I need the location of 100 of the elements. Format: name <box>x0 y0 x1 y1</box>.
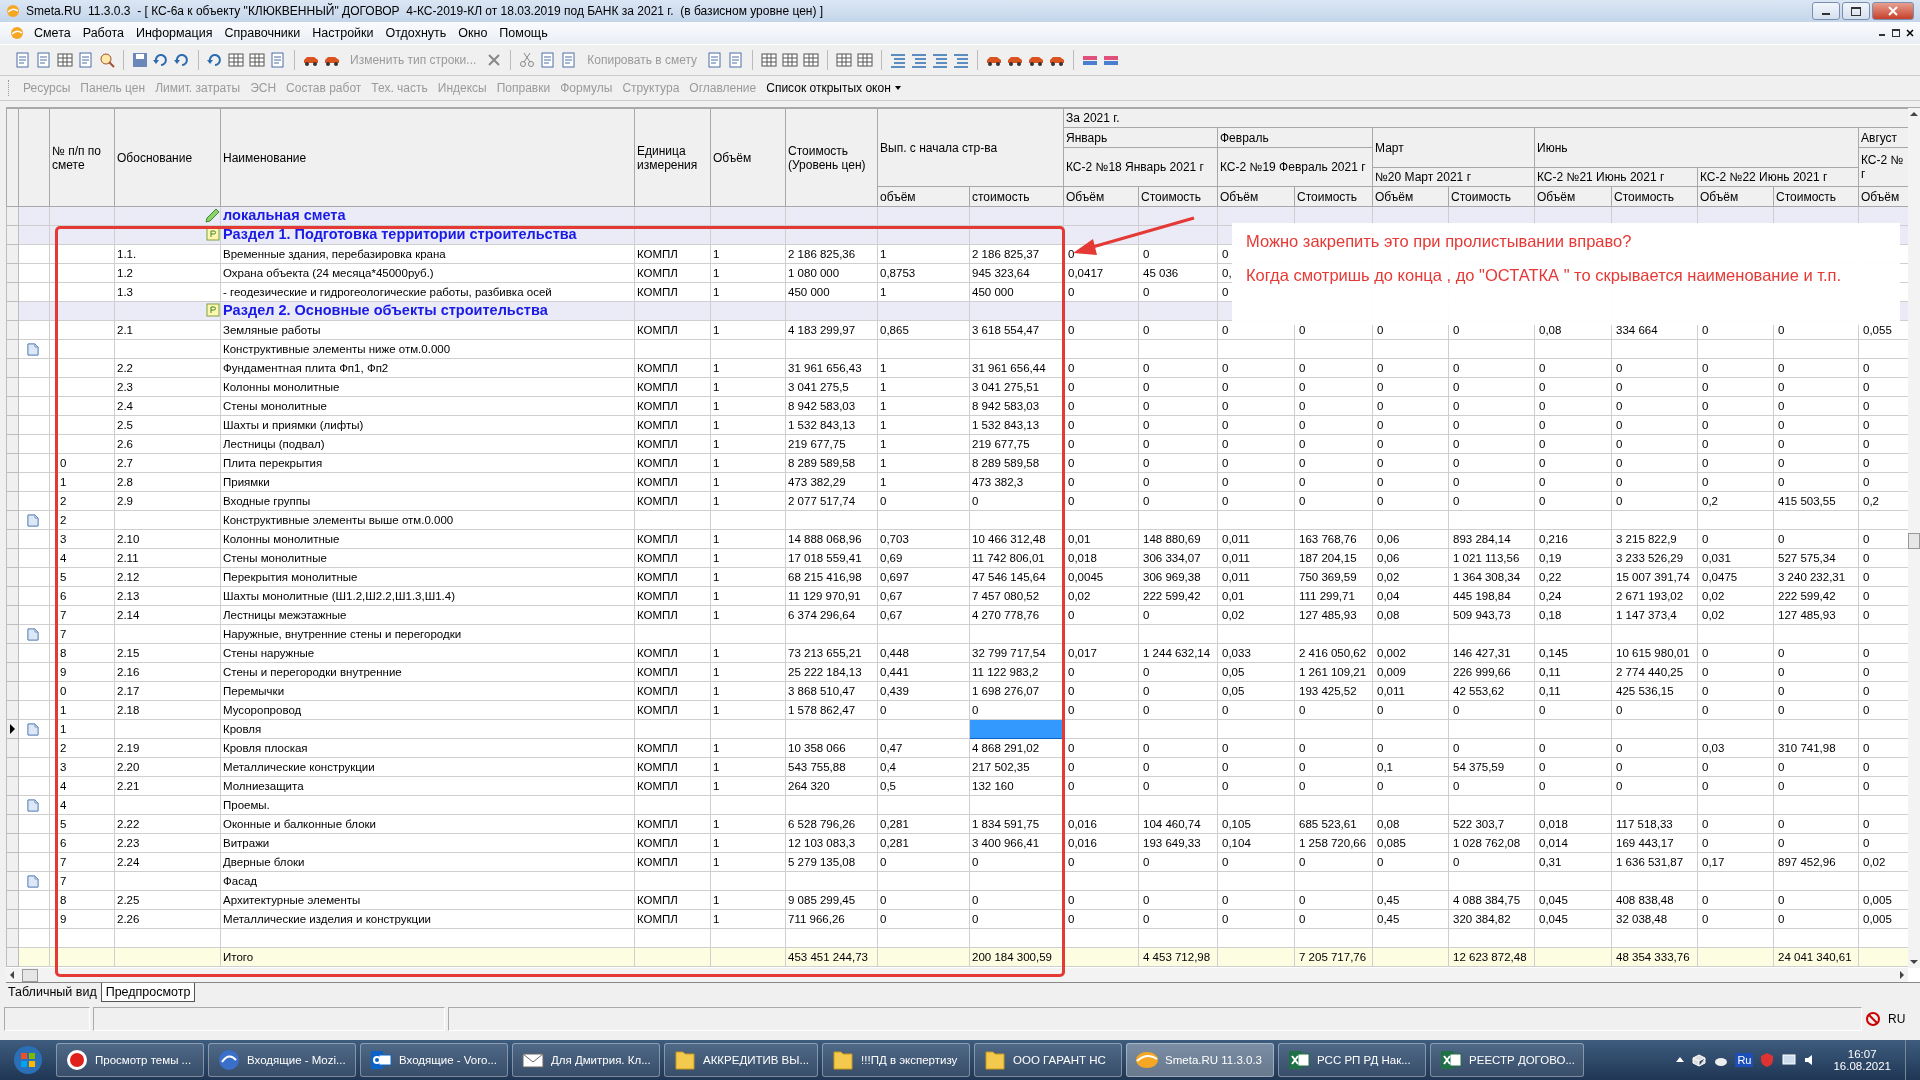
column-header: Обоснование <box>114 108 221 207</box>
view-tab[interactable]: Предпросмотр <box>100 983 196 1002</box>
table-cell: 0,31 <box>1539 855 1562 868</box>
table-cell: 1 <box>713 285 720 298</box>
up-arrow-icon[interactable] <box>1675 1055 1686 1065</box>
table-cell: 0 <box>1702 760 1709 773</box>
scissors-icon[interactable] <box>518 51 537 69</box>
grid-icon[interactable] <box>856 51 875 69</box>
table-cell: 0 <box>1143 399 1150 412</box>
table-cell: 1.2 <box>117 266 133 279</box>
table-cell: 0,02 <box>1863 855 1886 868</box>
menu-item[interactable]: Справочники <box>218 26 307 40</box>
table-cell: 0 <box>1143 893 1150 906</box>
taskbar-button[interactable]: Входящие - Voro... <box>360 1043 508 1077</box>
magnifier-icon[interactable] <box>98 51 116 69</box>
taskbar-button[interactable]: ООО ГАРАНТ НС <box>974 1043 1123 1077</box>
grid-icon[interactable] <box>835 51 854 69</box>
app-icon[interactable] <box>10 26 24 40</box>
table-cell: 0 <box>1539 418 1546 431</box>
grid-icon[interactable] <box>781 51 800 69</box>
menu-item[interactable]: Отдохнуть <box>379 26 453 40</box>
maximize-button[interactable] <box>1842 2 1870 20</box>
menu-item[interactable]: Смета <box>28 26 77 40</box>
column-header: Единица измерения <box>634 108 711 207</box>
curved-arrow-icon[interactable] <box>152 51 170 69</box>
taskbar-button[interactable]: Входящие - Mozi... <box>208 1043 356 1077</box>
grid-icon[interactable] <box>760 51 779 69</box>
grid-icon[interactable] <box>802 51 821 69</box>
grid-icon[interactable] <box>227 51 245 69</box>
language-indicator[interactable]: Ru <box>1735 1053 1754 1067</box>
document-icon[interactable] <box>14 51 32 69</box>
table-cell: 117 518,33 <box>1616 817 1673 830</box>
estimate-title: локальная смета <box>223 207 346 223</box>
taskbar-button[interactable]: Smeta.RU 11.3.0.3 <box>1126 1043 1275 1077</box>
restore-button[interactable] <box>1890 27 1902 39</box>
minimize-button[interactable] <box>1812 2 1840 20</box>
table-cell: 2.7 <box>117 456 133 469</box>
table-cell: 0,865 <box>880 323 909 336</box>
table-cell: 0 <box>1222 494 1229 507</box>
table-cell: 0 <box>1299 418 1306 431</box>
menu-item[interactable]: Работа <box>76 26 130 40</box>
folder-icon <box>831 1048 856 1072</box>
taskbar-button[interactable]: Для Дмитрия. Кл... <box>512 1043 660 1077</box>
table-cell: 0,5 <box>880 779 896 792</box>
close-button[interactable] <box>1904 27 1916 39</box>
table-cell: 1 364 308,34 <box>1453 570 1521 583</box>
table-cell: КОМПЛ <box>637 361 678 374</box>
table-cell: 73 213 655,21 <box>788 646 862 659</box>
shield-icon[interactable] <box>1759 1052 1776 1068</box>
table-cell: 0, <box>1222 266 1232 279</box>
table-cell: 0 <box>1068 741 1075 754</box>
panel-button[interactable]: Список открытых окон <box>761 81 906 95</box>
table-cell: 2.5 <box>117 418 133 431</box>
table-cell: 450 000 <box>972 285 1014 298</box>
table-cell: 0 <box>1143 855 1150 868</box>
table-cell: 0 <box>1616 380 1623 393</box>
taskbar-button[interactable]: АККРЕДИТИВ ВЫ... <box>664 1043 819 1077</box>
document-icon[interactable] <box>269 51 287 69</box>
language-indicator[interactable]: RU <box>1884 1012 1910 1026</box>
table-cell: 0,18 <box>1539 608 1562 621</box>
table-cell: 0 <box>60 456 67 469</box>
table-cell: 0 <box>1068 779 1075 792</box>
menu-item[interactable]: Информация <box>129 26 219 40</box>
taskbar-button[interactable]: !!!ПД в экспертизу <box>822 1043 971 1077</box>
table-cell: 0,01 <box>1222 589 1245 602</box>
table-cell: 0 <box>1299 456 1306 469</box>
table-cell: 6 <box>60 836 67 849</box>
menu-item[interactable]: Настройки <box>306 26 380 40</box>
list-icon[interactable] <box>910 51 929 69</box>
table-cell: 0 <box>1068 475 1075 488</box>
box-icon[interactable] <box>1691 1052 1708 1068</box>
table-cell: КОМПЛ <box>637 608 678 621</box>
list-icon[interactable] <box>952 51 971 69</box>
table-cell: 11 742 806,01 <box>972 551 1045 564</box>
document-icon[interactable] <box>77 51 95 69</box>
table-cell: Плита перекрытия <box>223 456 323 469</box>
table-cell: 0 <box>1143 494 1150 507</box>
table-cell: 0 <box>1863 836 1870 849</box>
table-cell: 0 <box>1778 323 1785 336</box>
clock[interactable]: 16:07 16.08.2021 <box>1825 1048 1899 1072</box>
table-cell: 2 671 193,02 <box>1616 589 1684 602</box>
curved-arrow-icon[interactable] <box>206 51 224 69</box>
taskbar-button[interactable]: Просмотр темы ... <box>56 1043 204 1077</box>
table-cell: КОМПЛ <box>637 456 678 469</box>
menu-item[interactable]: Окно <box>452 26 494 40</box>
list-icon[interactable] <box>889 51 908 69</box>
list-icon[interactable] <box>931 51 950 69</box>
no-entry-icon[interactable] <box>1865 1011 1881 1027</box>
table-cell: 0,02 <box>1222 608 1245 621</box>
column-header: Стоимость (Уровень цен) <box>785 108 878 207</box>
curved-arrow-icon[interactable] <box>173 51 191 69</box>
table-cell: 0,055 <box>1863 323 1892 336</box>
document-icon[interactable] <box>35 51 53 69</box>
table-cell: 0,441 <box>880 665 909 678</box>
taskbar-button[interactable]: РСС РП РД Нак... <box>1278 1043 1427 1077</box>
taskbar-button[interactable]: РЕЕСТР ДОГОВО... <box>1430 1043 1584 1077</box>
monitor-icon[interactable] <box>1781 1052 1798 1068</box>
menu-item[interactable]: Помощь <box>493 26 554 40</box>
grid-icon[interactable] <box>248 51 266 69</box>
grid-icon[interactable] <box>56 51 74 69</box>
